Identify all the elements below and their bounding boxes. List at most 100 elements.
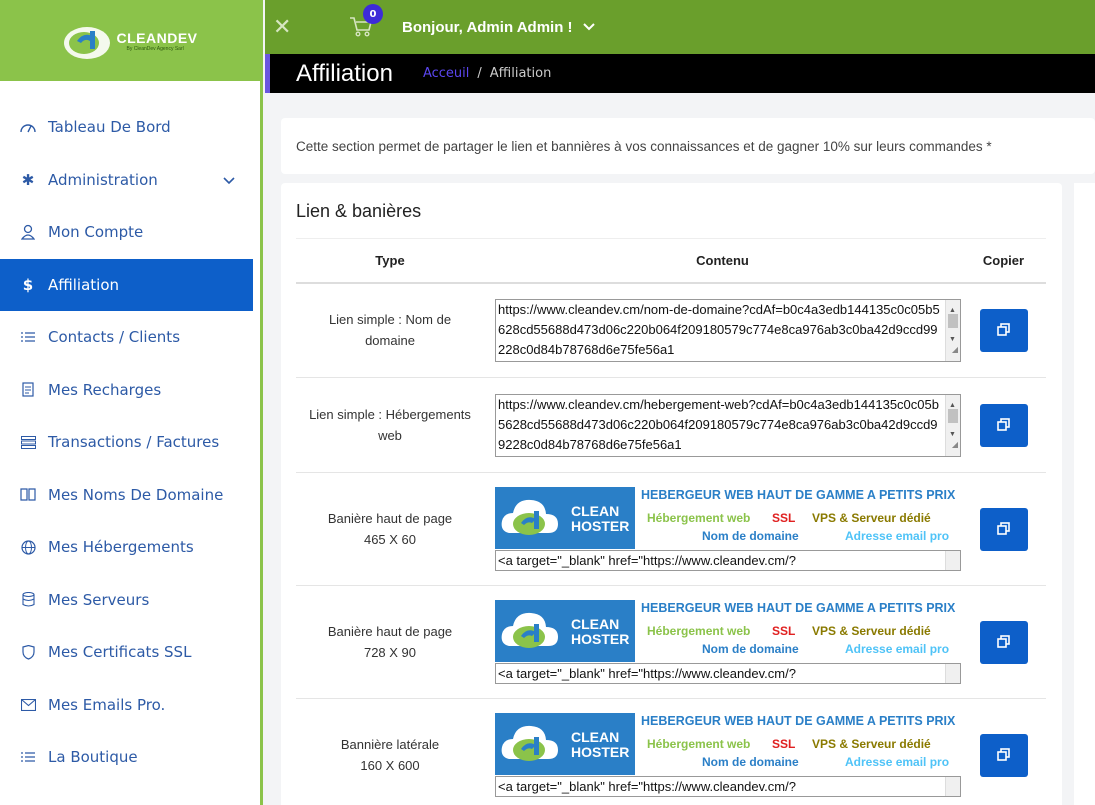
row-type: Banière haut de page <box>327 511 453 526</box>
scrollbar[interactable] <box>945 664 960 683</box>
user-greeting[interactable]: Bonjour, Admin Admin ! <box>402 19 573 36</box>
cloud-logo-icon <box>501 612 558 648</box>
mail-icon <box>18 698 38 711</box>
logo-icon <box>64 26 111 59</box>
banner-title: HEBERGEUR WEB HAUT DE GAMME A PETITS PRI… <box>641 488 956 502</box>
resize-handle-icon[interactable]: ◢ <box>952 435 958 455</box>
banner-email: Adresse email pro <box>845 755 950 769</box>
sidebar-item-label: Mes Hébergements <box>48 538 194 557</box>
info-text: Cette section permet de partager le lien… <box>296 138 992 154</box>
side-panel <box>1074 183 1095 805</box>
copy-icon <box>996 418 1010 431</box>
sidebar-item-mes-hebergements[interactable]: Mes Hébergements <box>0 521 260 574</box>
topbar: ✕ 0 Bonjour, Admin Admin ! <box>265 0 1095 54</box>
copy-button[interactable] <box>979 308 1028 352</box>
banner-code-textarea[interactable]: <a target="_blank" href="https://www.cle… <box>495 776 961 797</box>
header-type: Type <box>296 238 484 284</box>
header-copy: Copier <box>961 238 1046 284</box>
banner-ssl: SSL <box>772 624 796 638</box>
copy-button[interactable] <box>979 507 1028 551</box>
scrollbar[interactable] <box>945 777 960 796</box>
cart-badge: 0 <box>363 4 383 24</box>
rows-icon <box>18 435 38 449</box>
copy-button[interactable] <box>979 403 1028 447</box>
receipt-icon <box>18 382 38 397</box>
sidebar-item-mon-compte[interactable]: Mon Compte <box>0 206 260 259</box>
banner-email: Adresse email pro <box>845 529 950 543</box>
banner-vps: VPS & Serveur dédié <box>812 511 931 525</box>
row-type: Lien simple : Nom de domaine <box>296 282 484 378</box>
chevron-down-icon[interactable] <box>582 20 595 34</box>
copy-icon <box>996 635 1010 648</box>
sidebar-item-label: Mon Compte <box>48 223 144 242</box>
banner-hosting: Hébergement web <box>647 737 751 751</box>
list-icon <box>18 332 38 342</box>
resize-handle-icon[interactable]: ◢ <box>952 340 958 360</box>
banner-brand-line1: CLEAN <box>571 503 620 519</box>
banner-preview: CLEAN HOSTER HEBERGEUR WEB HAUT DE GAMME … <box>495 487 961 549</box>
cart-button[interactable]: 0 <box>349 4 383 38</box>
banner-code: <a target="_blank" href="https://www.cle… <box>498 779 796 794</box>
table-row: Lien simple : Nom de domaine https://www… <box>296 282 1046 378</box>
close-icon[interactable]: ✕ <box>273 15 309 40</box>
banner-ssl: SSL <box>772 511 796 525</box>
link-textarea[interactable]: https://www.cleandev.cm/nom-de-domaine?c… <box>495 298 961 362</box>
sidebar-item-mes-certificats-ssl[interactable]: Mes Certificats SSL <box>0 626 260 679</box>
breadcrumb-separator: / <box>477 66 482 81</box>
logo-area: CLEANDEV By CleanDev Agency Sarl <box>0 0 260 81</box>
banner-preview: CLEAN HOSTER HEBERGEUR WEB HAUT DE GAMME … <box>495 713 961 775</box>
sidebar-item-label: Tableau De Bord <box>48 118 171 137</box>
sidebar-item-label: Mes Noms De Domaine <box>48 485 224 504</box>
link-text: https://www.cleandev.cm/nom-de-domaine?c… <box>498 301 940 357</box>
sidebar-item-mes-noms-de-domaine[interactable]: Mes Noms De Domaine <box>0 469 260 522</box>
banner-domain: Nom de domaine <box>702 755 799 769</box>
sidebar-item-contacts-clients[interactable]: Contacts / Clients <box>0 311 260 364</box>
sidebar-item-administration[interactable]: ✱ Administration <box>0 154 260 207</box>
brand-tagline: By CleanDev Agency Sarl <box>126 45 184 52</box>
sidebar-item-transactions-factures[interactable]: Transactions / Factures <box>0 416 260 469</box>
sidebar-item-mes-emails-pro[interactable]: Mes Emails Pro. <box>0 679 260 732</box>
list-icon <box>18 752 38 762</box>
breadcrumb-home-link[interactable]: Acceuil <box>423 66 469 81</box>
copy-button[interactable] <box>979 733 1028 777</box>
sidebar-item-label: Mes Recharges <box>48 380 162 399</box>
scrollbar[interactable] <box>945 551 960 570</box>
row-type: Bannière latérale <box>340 737 440 752</box>
sidebar-item-label: Administration <box>48 170 158 189</box>
copy-button[interactable] <box>979 620 1028 664</box>
banner-brand-line1: CLEAN <box>571 616 620 632</box>
links-table: Type Contenu Copier Lien simple : Nom de… <box>296 238 1046 805</box>
logo[interactable]: CLEANDEV By CleanDev Agency Sarl <box>62 21 197 61</box>
links-card: Lien & banières Type Contenu Copier Lien… <box>281 183 1062 805</box>
banner-email: Adresse email pro <box>845 642 950 656</box>
sidebar-item-tableau-de-bord[interactable]: Tableau De Bord <box>0 101 260 154</box>
sidebar-nav: Tableau De Bord ✱ Administration Mon Com… <box>0 101 260 784</box>
link-textarea[interactable]: https://www.cleandev.cm/hebergement-web?… <box>495 393 961 457</box>
banner-title: HEBERGEUR WEB HAUT DE GAMME A PETITS PRI… <box>641 601 956 615</box>
sidebar-item-label: Affiliation <box>48 275 120 294</box>
banner-code-textarea[interactable]: <a target="_blank" href="https://www.cle… <box>495 663 961 684</box>
sidebar-item-mes-recharges[interactable]: Mes Recharges <box>0 364 260 417</box>
sidebar-item-la-boutique[interactable]: La Boutique <box>0 731 260 784</box>
table-row: Banière haut de page 465 X 60 CLEAN HOSTE… <box>296 472 1046 586</box>
banner-vps: VPS & Serveur dédié <box>812 624 931 638</box>
banner-code-textarea[interactable]: <a target="_blank" href="https://www.cle… <box>495 550 961 571</box>
chevron-down-icon <box>223 171 235 189</box>
sidebar-item-label: Contacts / Clients <box>48 328 181 347</box>
sidebar-item-label: Mes Emails Pro. <box>48 695 166 714</box>
gear-icon: ✱ <box>21 170 35 189</box>
copy-icon <box>996 323 1010 337</box>
sidebar-item-mes-serveurs[interactable]: Mes Serveurs <box>0 574 260 627</box>
sidebar-item-label: La Boutique <box>48 748 138 767</box>
row-type: Banière haut de page <box>327 624 453 639</box>
banner-preview: CLEAN HOSTER HEBERGEUR WEB HAUT DE GAMME … <box>495 600 961 662</box>
table-header-row: Type Contenu Copier <box>296 238 1046 284</box>
sidebar-item-label: Mes Serveurs <box>48 590 150 609</box>
dollar-icon: $ <box>22 275 34 294</box>
sidebar-item-affiliation[interactable]: $ Affiliation <box>0 258 253 311</box>
copy-icon <box>996 748 1010 761</box>
banner-title: HEBERGEUR WEB HAUT DE GAMME A PETITS PRI… <box>641 714 956 728</box>
row-size: 160 X 600 <box>360 758 420 773</box>
banner-code: <a target="_blank" href="https://www.cle… <box>498 553 796 568</box>
copy-icon <box>996 522 1010 535</box>
